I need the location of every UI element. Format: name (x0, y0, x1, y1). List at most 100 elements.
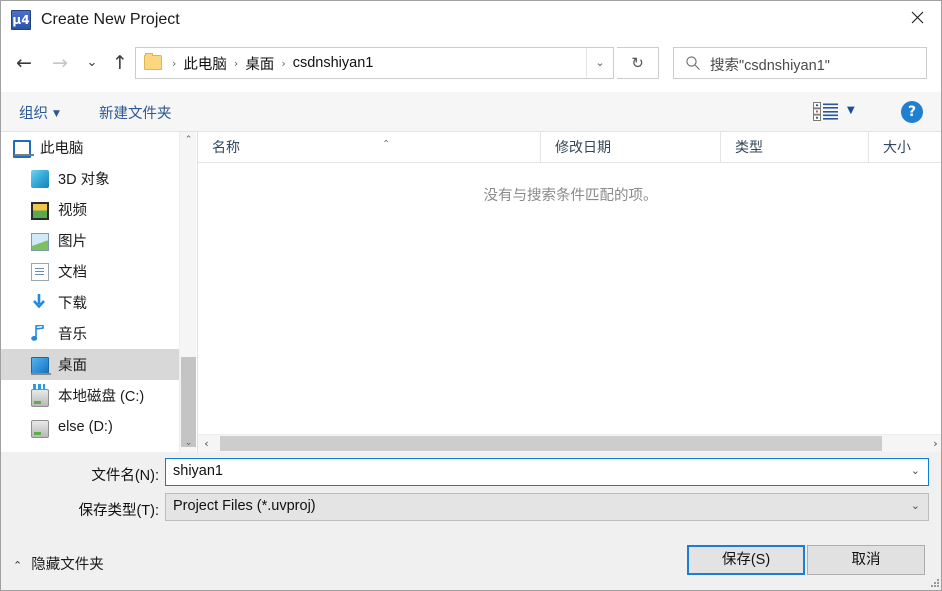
sidebar-item-this-pc[interactable]: 此电脑 (1, 132, 179, 163)
column-label: 大小 (883, 139, 911, 155)
sidebar-item-label: else (D:) (58, 418, 113, 435)
address-bar[interactable]: › 此电脑 › 桌面 › csdnshiyan1 ⌄ (135, 47, 614, 79)
column-header-date-modified[interactable]: 修改日期 (540, 132, 720, 162)
column-label: 名称 (212, 139, 240, 155)
sidebar-item-documents[interactable]: 文档 (1, 256, 179, 287)
desktop-icon (31, 356, 51, 375)
downloads-icon (31, 294, 49, 312)
sidebar-item-label: 此电脑 (40, 141, 84, 157)
breadcrumb-item-this-pc[interactable]: 此电脑 (180, 53, 230, 74)
sidebar-item-music[interactable]: 音乐 (1, 318, 179, 349)
sidebar-item-pictures[interactable]: 图片 (1, 225, 179, 256)
resize-grip-icon[interactable] (928, 577, 940, 589)
refresh-icon: ↻ (631, 54, 644, 72)
drive-icon (31, 420, 49, 438)
file-name-value: shiyan1 (173, 463, 223, 479)
navigation-bar: ← → ⌄ ↑ › 此电脑 › 桌面 › csdnshiyan1 ⌄ ↻ 搜索"… (1, 39, 941, 92)
breadcrumb-separator: › (172, 56, 177, 70)
sidebar-item-label: 3D 对象 (58, 172, 110, 188)
breadcrumb-item-desktop[interactable]: 桌面 (242, 53, 277, 74)
chevron-down-icon[interactable]: ⌄ (911, 499, 920, 512)
uvision-icon: µ4 (11, 10, 31, 30)
sidebar-item-label: 视频 (58, 203, 87, 219)
search-icon (686, 56, 700, 70)
search-input-placeholder: 搜索"csdnshiyan1" (710, 58, 830, 74)
scroll-down-icon[interactable]: ⌄ (180, 435, 197, 452)
sidebar-item-label: 文档 (58, 265, 87, 281)
title-bar: µ4 Create New Project (1, 1, 941, 39)
file-list-horizontal-scrollbar[interactable]: ‹ › (198, 434, 941, 452)
hide-folders-toggle[interactable]: ⌃ 隐藏文件夹 (13, 553, 104, 574)
close-icon (911, 11, 924, 24)
music-icon (31, 324, 49, 343)
navigation-pane: 此电脑 3D 对象 视频 图片 文档 下载 音乐 桌面 本地磁盘 (C:) el… (1, 132, 179, 452)
column-label: 类型 (735, 139, 763, 155)
sidebar-item-label: 桌面 (58, 358, 87, 374)
organize-label: 组织 (19, 106, 48, 122)
navigation-pane-scrollbar[interactable]: ⌃ ⌄ (179, 132, 196, 452)
3d-objects-icon (31, 170, 49, 188)
this-pc-icon (13, 139, 34, 158)
forward-icon: → (52, 52, 68, 74)
sidebar-item-label: 下载 (58, 296, 87, 312)
breadcrumb-separator: › (281, 56, 286, 70)
address-dropdown-icon[interactable]: ⌄ (586, 48, 613, 78)
column-header-row: 名称 ⌃ 修改日期 类型 大小 (198, 132, 941, 163)
column-header-type[interactable]: 类型 (720, 132, 868, 162)
sidebar-item-else-d[interactable]: else (D:) (1, 411, 179, 442)
view-mode-chevron-down-icon[interactable]: ▼ (847, 105, 855, 116)
save-as-type-value: Project Files (*.uvproj) (173, 498, 316, 514)
chevron-up-icon: ⌃ (13, 559, 23, 572)
scroll-left-icon[interactable]: ‹ (198, 435, 215, 452)
recent-locations-icon[interactable]: ⌄ (77, 47, 107, 79)
scroll-right-icon[interactable]: › (927, 435, 941, 452)
hide-folders-label: 隐藏文件夹 (31, 557, 104, 573)
cancel-button[interactable]: 取消 (807, 545, 925, 575)
breadcrumb-separator: › (233, 56, 239, 70)
file-list-pane: 名称 ⌃ 修改日期 类型 大小 没有与搜索条件匹配的项。 ‹ › (197, 132, 941, 452)
command-toolbar: 组织 ▼ 新建文件夹 ▼ ? (1, 92, 941, 132)
sidebar-item-desktop[interactable]: 桌面 (1, 349, 179, 380)
sidebar-item-downloads[interactable]: 下载 (1, 287, 179, 318)
save-button[interactable]: 保存(S) (687, 545, 805, 575)
back-icon[interactable]: ← (9, 47, 39, 79)
chevron-down-icon[interactable]: ⌄ (911, 464, 920, 477)
content-area: 此电脑 3D 对象 视频 图片 文档 下载 音乐 桌面 本地磁盘 (C:) el… (1, 132, 941, 452)
file-name-label: 文件名(N): (91, 468, 159, 484)
save-as-type-select[interactable]: Project Files (*.uvproj) ⌄ (165, 493, 929, 521)
breadcrumb: › 此电脑 › 桌面 › csdnshiyan1 (168, 48, 376, 78)
file-name-input[interactable]: shiyan1 ⌄ (165, 458, 929, 486)
sidebar-item-videos[interactable]: 视频 (1, 194, 179, 225)
close-button[interactable] (895, 1, 941, 33)
scroll-up-icon[interactable]: ⌃ (180, 132, 197, 149)
refresh-button[interactable]: ↻ (617, 47, 659, 79)
system-drive-icon (31, 384, 49, 407)
column-header-size[interactable]: 大小 (868, 132, 941, 162)
sidebar-item-label: 音乐 (58, 327, 87, 343)
column-label: 修改日期 (555, 139, 611, 155)
up-one-level-icon[interactable]: ↑ (105, 47, 135, 79)
search-box[interactable]: 搜索"csdnshiyan1" (673, 47, 927, 79)
create-new-project-dialog: µ4 Create New Project ← → ⌄ ↑ › 此电脑 › 桌面… (0, 0, 942, 591)
save-as-type-label: 保存类型(T): (78, 503, 159, 519)
pictures-icon (31, 232, 49, 251)
scrollbar-thumb[interactable] (181, 357, 196, 447)
videos-icon (31, 201, 49, 220)
documents-icon (31, 263, 49, 281)
sidebar-item-label: 本地磁盘 (C:) (58, 389, 145, 405)
sidebar-item-local-disk-c[interactable]: 本地磁盘 (C:) (1, 380, 179, 411)
form-area: 文件名(N): shiyan1 ⌄ 保存类型(T): Project Files… (1, 452, 941, 590)
breadcrumb-item-csdnshiyan1[interactable]: csdnshiyan1 (290, 55, 377, 71)
empty-state-message: 没有与搜索条件匹配的项。 (483, 188, 658, 204)
help-button[interactable]: ? (901, 101, 923, 123)
sidebar-item-label: 图片 (58, 234, 87, 250)
column-header-name[interactable]: 名称 ⌃ (198, 132, 540, 162)
window-title: Create New Project (41, 11, 180, 28)
view-mode-icon[interactable] (813, 102, 839, 121)
organize-button[interactable]: 组织 ▼ (19, 102, 60, 123)
sort-ascending-icon: ⌃ (382, 139, 391, 150)
sidebar-item-3d-objects[interactable]: 3D 对象 (1, 163, 179, 194)
new-folder-button[interactable]: 新建文件夹 (99, 102, 172, 123)
scrollbar-thumb[interactable] (220, 436, 882, 451)
chevron-down-icon: ▼ (53, 109, 60, 120)
